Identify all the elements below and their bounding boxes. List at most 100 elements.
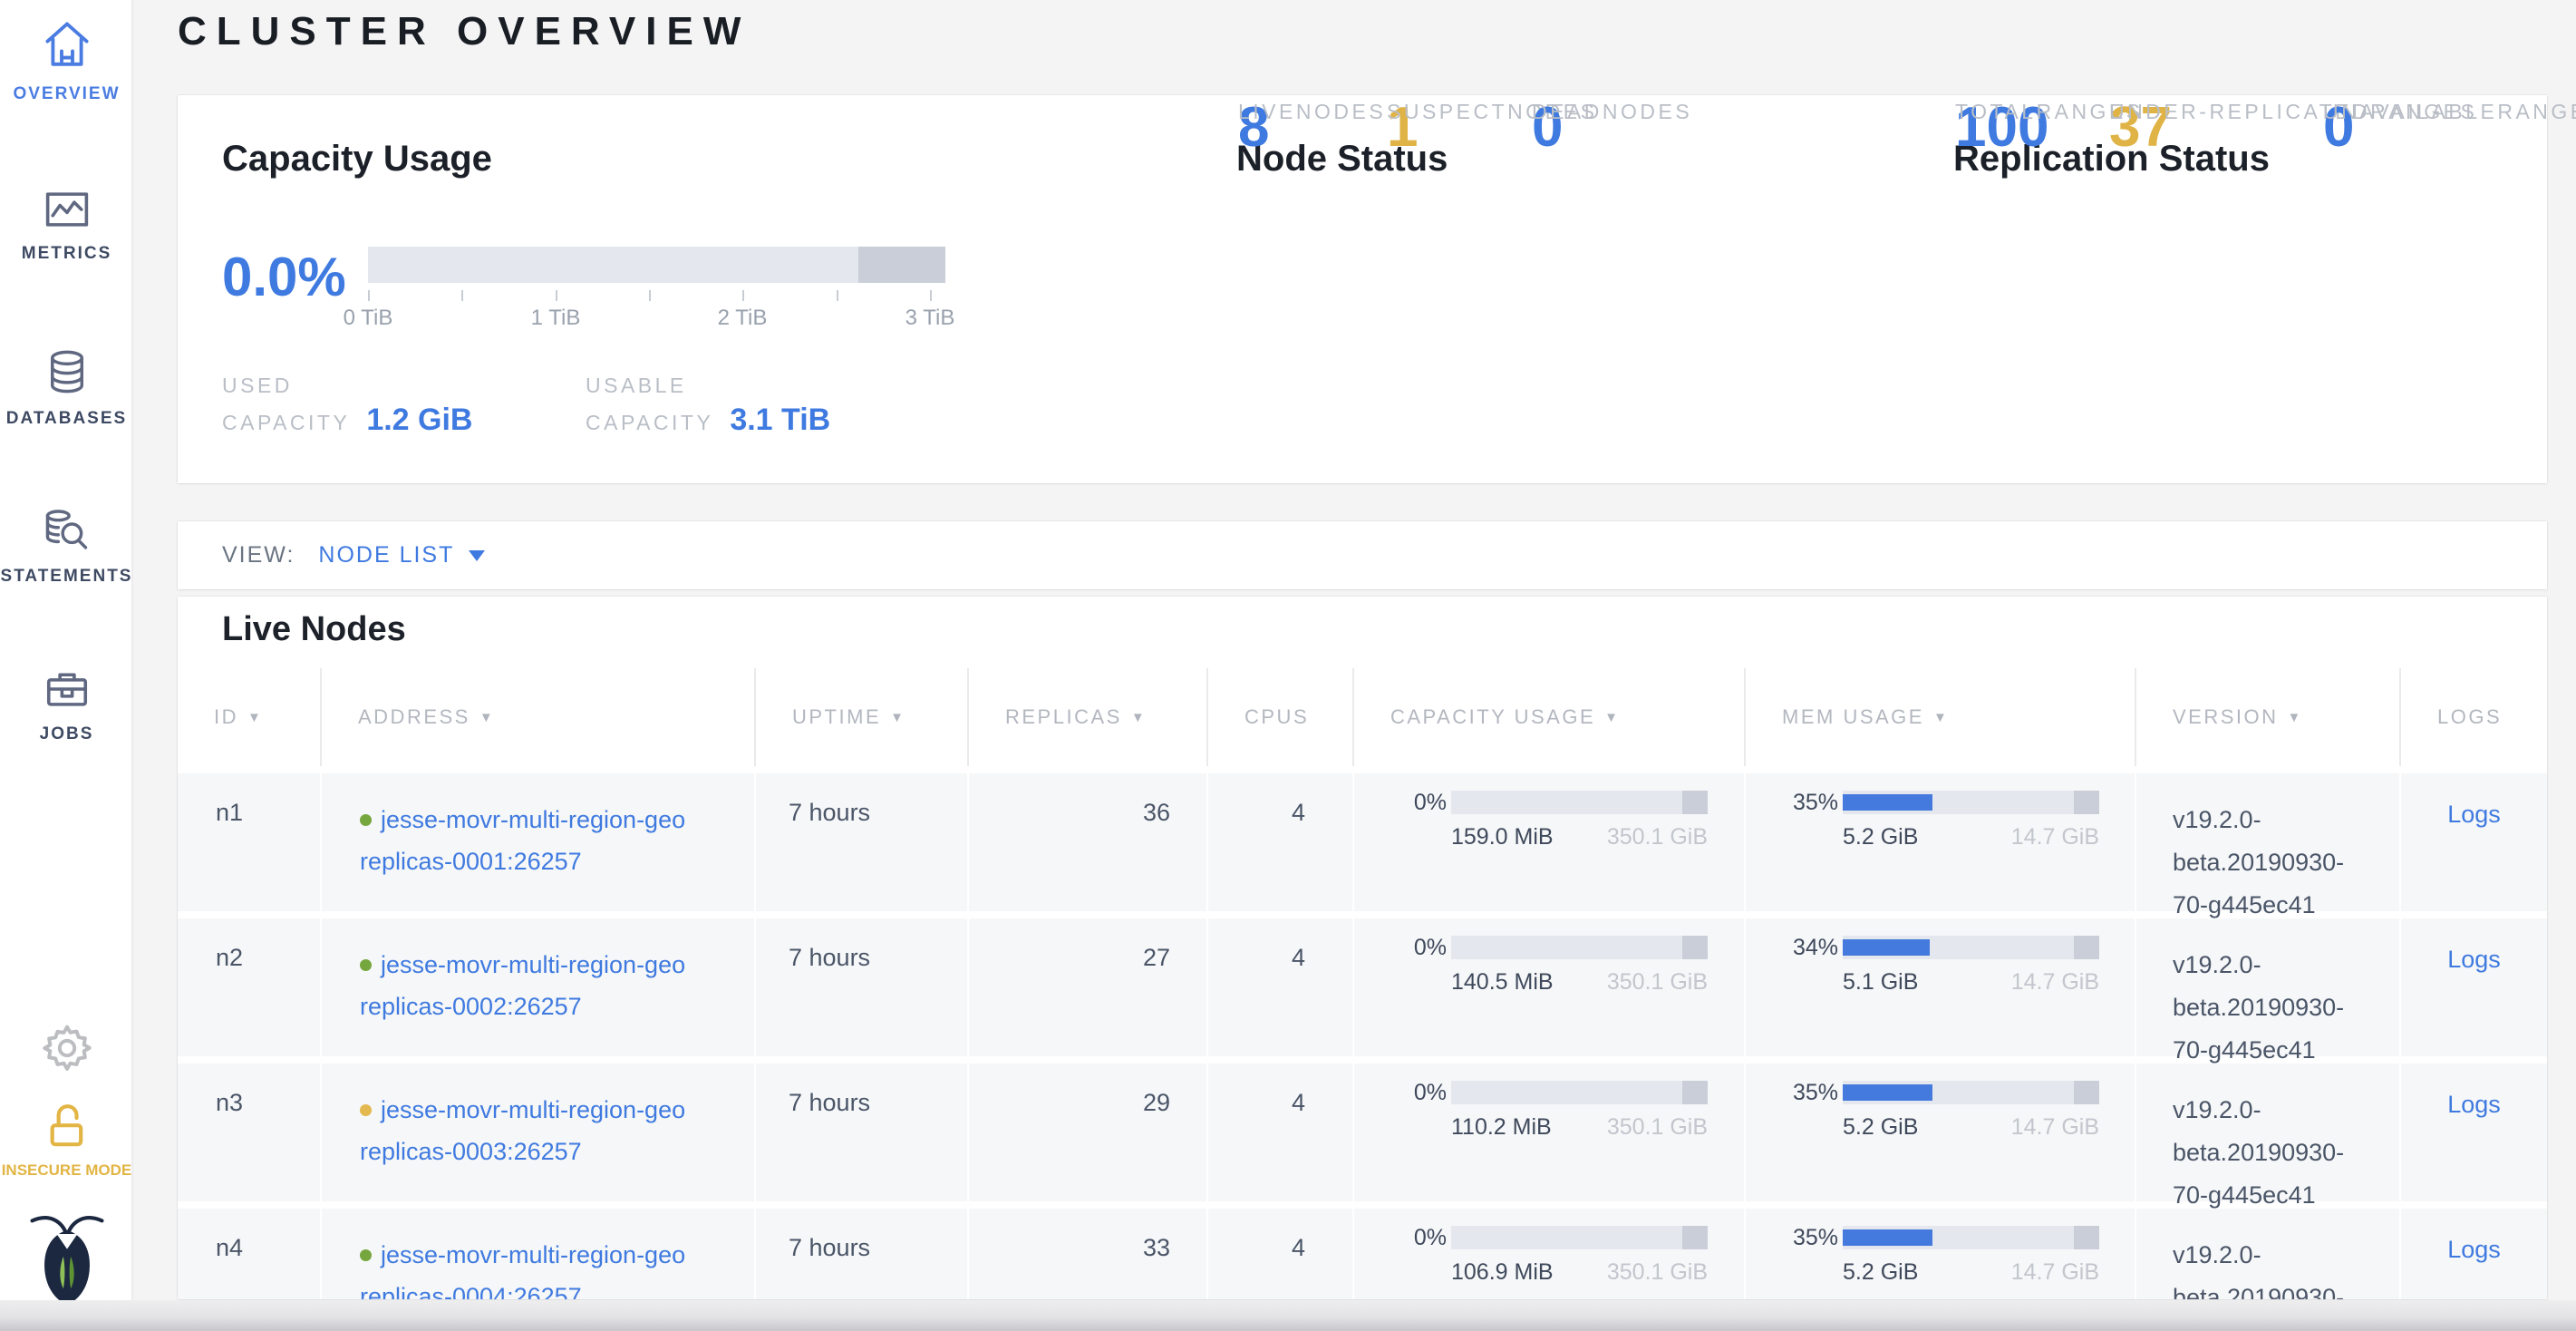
sort-arrow-icon: ▼ (479, 710, 495, 725)
sort-arrow-icon: ▼ (2288, 710, 2303, 725)
sidebar: OVERVIEW METRICS (0, 0, 133, 1300)
capacity-usage-cell: 0%159.0 MiB 350.1 GiB (1354, 773, 1746, 911)
insecure-mode-indicator[interactable]: INSECURE MODE (0, 1099, 133, 1180)
usage-percent: 35% (1746, 1081, 1838, 1104)
table-body: n1jesse-movr-multi-region-georeplicas-00… (178, 766, 2547, 1299)
database-icon (0, 348, 133, 400)
column-header-id[interactable]: ID▼ (178, 668, 322, 766)
usage-bar: 35% (1746, 791, 2135, 814)
usage-used-value: 110.2 MiB (1451, 1114, 1552, 1141)
capacity-usage-title: Capacity Usage (222, 139, 492, 180)
node-address-link[interactable]: replicas-0002:26257 (360, 993, 582, 1020)
version-cell: v19.2.0-beta.20190930-70-g445ec41 (2136, 773, 2401, 911)
gear-icon (42, 1062, 92, 1077)
node-address-link[interactable]: replicas-0001:26257 (360, 848, 582, 875)
axis-label: 0 TiB (344, 306, 393, 331)
node-address-link[interactable]: replicas-0003:26257 (360, 1138, 582, 1165)
usage-percent: 35% (1746, 1226, 1838, 1249)
sort-arrow-icon: ▼ (1933, 710, 1949, 725)
cpus-cell: 4 (1208, 773, 1354, 911)
node-address-cell: jesse-movr-multi-region-geo replicas-0004… (322, 1209, 756, 1299)
capacity-percent: 0.0% (222, 246, 346, 308)
capacity-usage-cell: 0%106.9 MiB350.1 GiB (1354, 1209, 1746, 1299)
usage-total-value: 14.7 GiB (2011, 1114, 2099, 1141)
column-header-logs: LOGS (2401, 668, 2547, 766)
sort-arrow-icon: ▼ (890, 710, 905, 725)
logs-cell: Logs (2401, 1209, 2547, 1299)
version-cell: v19.2.0-beta.20190930-70-g445ec41 (2136, 1064, 2401, 1201)
version-cell: v19.2.0-beta.20190930-70-g445ec41 (2136, 918, 2401, 1056)
column-header-mem-usage[interactable]: MEM USAGE▼ (1746, 668, 2136, 766)
stat-label: DEADNODES (1532, 95, 1692, 129)
sidebar-item-databases[interactable]: DATABASES (0, 348, 133, 429)
usage-bar: 34% (1746, 936, 2135, 959)
view-dropdown[interactable]: NODE LIST (318, 542, 485, 568)
node-status-dot (360, 1249, 372, 1261)
column-header-capacity-usage[interactable]: CAPACITY USAGE▼ (1354, 668, 1746, 766)
sidebar-item-jobs[interactable]: JOBS (0, 667, 133, 744)
usage-bar: 0% (1354, 936, 1744, 959)
column-header-replicas[interactable]: REPLICAS▼ (969, 668, 1208, 766)
capacity-bar-reserved-segment (858, 247, 945, 283)
node-address-cell: jesse-movr-multi-region-geo replicas-0002… (322, 918, 756, 1056)
replicas-cell: 33 (969, 1209, 1208, 1299)
window-bottom-shadow (0, 1300, 2576, 1331)
node-status-dot (360, 814, 372, 826)
column-header-version[interactable]: VERSION▼ (2136, 668, 2401, 766)
usage-total-value: 350.1 GiB (1607, 1259, 1708, 1286)
node-status-dot (360, 1104, 372, 1116)
uptime-cell: 7 hours (756, 1064, 969, 1201)
view-selector-bar: VIEW: NODE LIST (178, 521, 2547, 589)
statements-icon (0, 508, 133, 558)
usage-used-value: 5.2 GiB (1843, 1114, 1918, 1141)
usage-used-value: 159.0 MiB (1451, 824, 1554, 850)
settings-button[interactable] (0, 1023, 133, 1078)
usage-total-value: 350.1 GiB (1607, 1114, 1708, 1141)
sidebar-item-overview[interactable]: OVERVIEW (0, 16, 133, 104)
logs-link[interactable]: Logs (2447, 801, 2501, 828)
mem-usage-cell: 35%5.2 GiB14.7 GiB (1746, 773, 2136, 911)
cpus-cell: 4 (1208, 918, 1354, 1056)
usage-bar: 0% (1354, 791, 1744, 814)
sort-arrow-icon: ▼ (1604, 710, 1620, 725)
live-nodes-panel: Live Nodes ID▼ADDRESS▼UPTIME▼REPLICAS▼CP… (178, 597, 2547, 1299)
chevron-down-icon (469, 550, 485, 561)
usage-total-value: 14.7 GiB (2011, 1259, 2099, 1286)
usage-percent: 0% (1354, 1081, 1447, 1104)
node-id-cell: n2 (178, 918, 322, 1056)
axis-tick (930, 290, 932, 301)
axis-tick (556, 290, 557, 301)
usage-used-value: 5.1 GiB (1843, 969, 1918, 996)
main-content: CLUSTER OVERVIEW Capacity Usage 0.0% 0 T… (133, 0, 2576, 1331)
view-label: VIEW: (222, 542, 295, 568)
column-header-uptime[interactable]: UPTIME▼ (756, 668, 969, 766)
mem-usage-cell: 35%5.2 GiB14.7 GiB (1746, 1209, 2136, 1299)
axis-tick (742, 290, 744, 301)
axis-tick (461, 290, 463, 301)
sidebar-item-metrics[interactable]: METRICS (0, 189, 133, 264)
stat-label: LIVENODES (1238, 95, 1386, 129)
stat-label: UNAVAILABLERANGES (2323, 95, 2576, 129)
logs-link[interactable]: Logs (2447, 946, 2501, 973)
usage-total-value: 350.1 GiB (1607, 824, 1708, 850)
node-address-link[interactable]: replicas-0004:26257 (360, 1283, 582, 1299)
uptime-cell: 7 hours (756, 773, 969, 911)
node-address-link[interactable]: jesse-movr-multi-region-geo (381, 1096, 685, 1123)
usage-percent: 0% (1354, 1226, 1447, 1249)
sidebar-item-label: DATABASES (0, 409, 133, 429)
sidebar-item-statements[interactable]: STATEMENTS (0, 508, 133, 587)
usage-bar: 35% (1746, 1081, 2135, 1104)
logs-link[interactable]: Logs (2447, 1091, 2501, 1118)
usage-percent: 35% (1746, 791, 1838, 814)
usage-percent: 0% (1354, 791, 1447, 814)
column-header-address[interactable]: ADDRESS▼ (322, 668, 756, 766)
node-address-link[interactable]: jesse-movr-multi-region-geo (381, 806, 685, 833)
node-id-cell: n3 (178, 1064, 322, 1201)
logs-link[interactable]: Logs (2447, 1236, 2501, 1263)
node-address-link[interactable]: jesse-movr-multi-region-geo (381, 1241, 685, 1268)
node-address-link[interactable]: jesse-movr-multi-region-geo (381, 951, 685, 978)
usage-bar: 0% (1354, 1081, 1744, 1104)
table-header-row: ID▼ADDRESS▼UPTIME▼REPLICAS▼CPUSCAPACITY … (178, 668, 2547, 766)
axis-tick (649, 290, 651, 301)
cockroachdb-logo[interactable] (0, 1211, 133, 1310)
